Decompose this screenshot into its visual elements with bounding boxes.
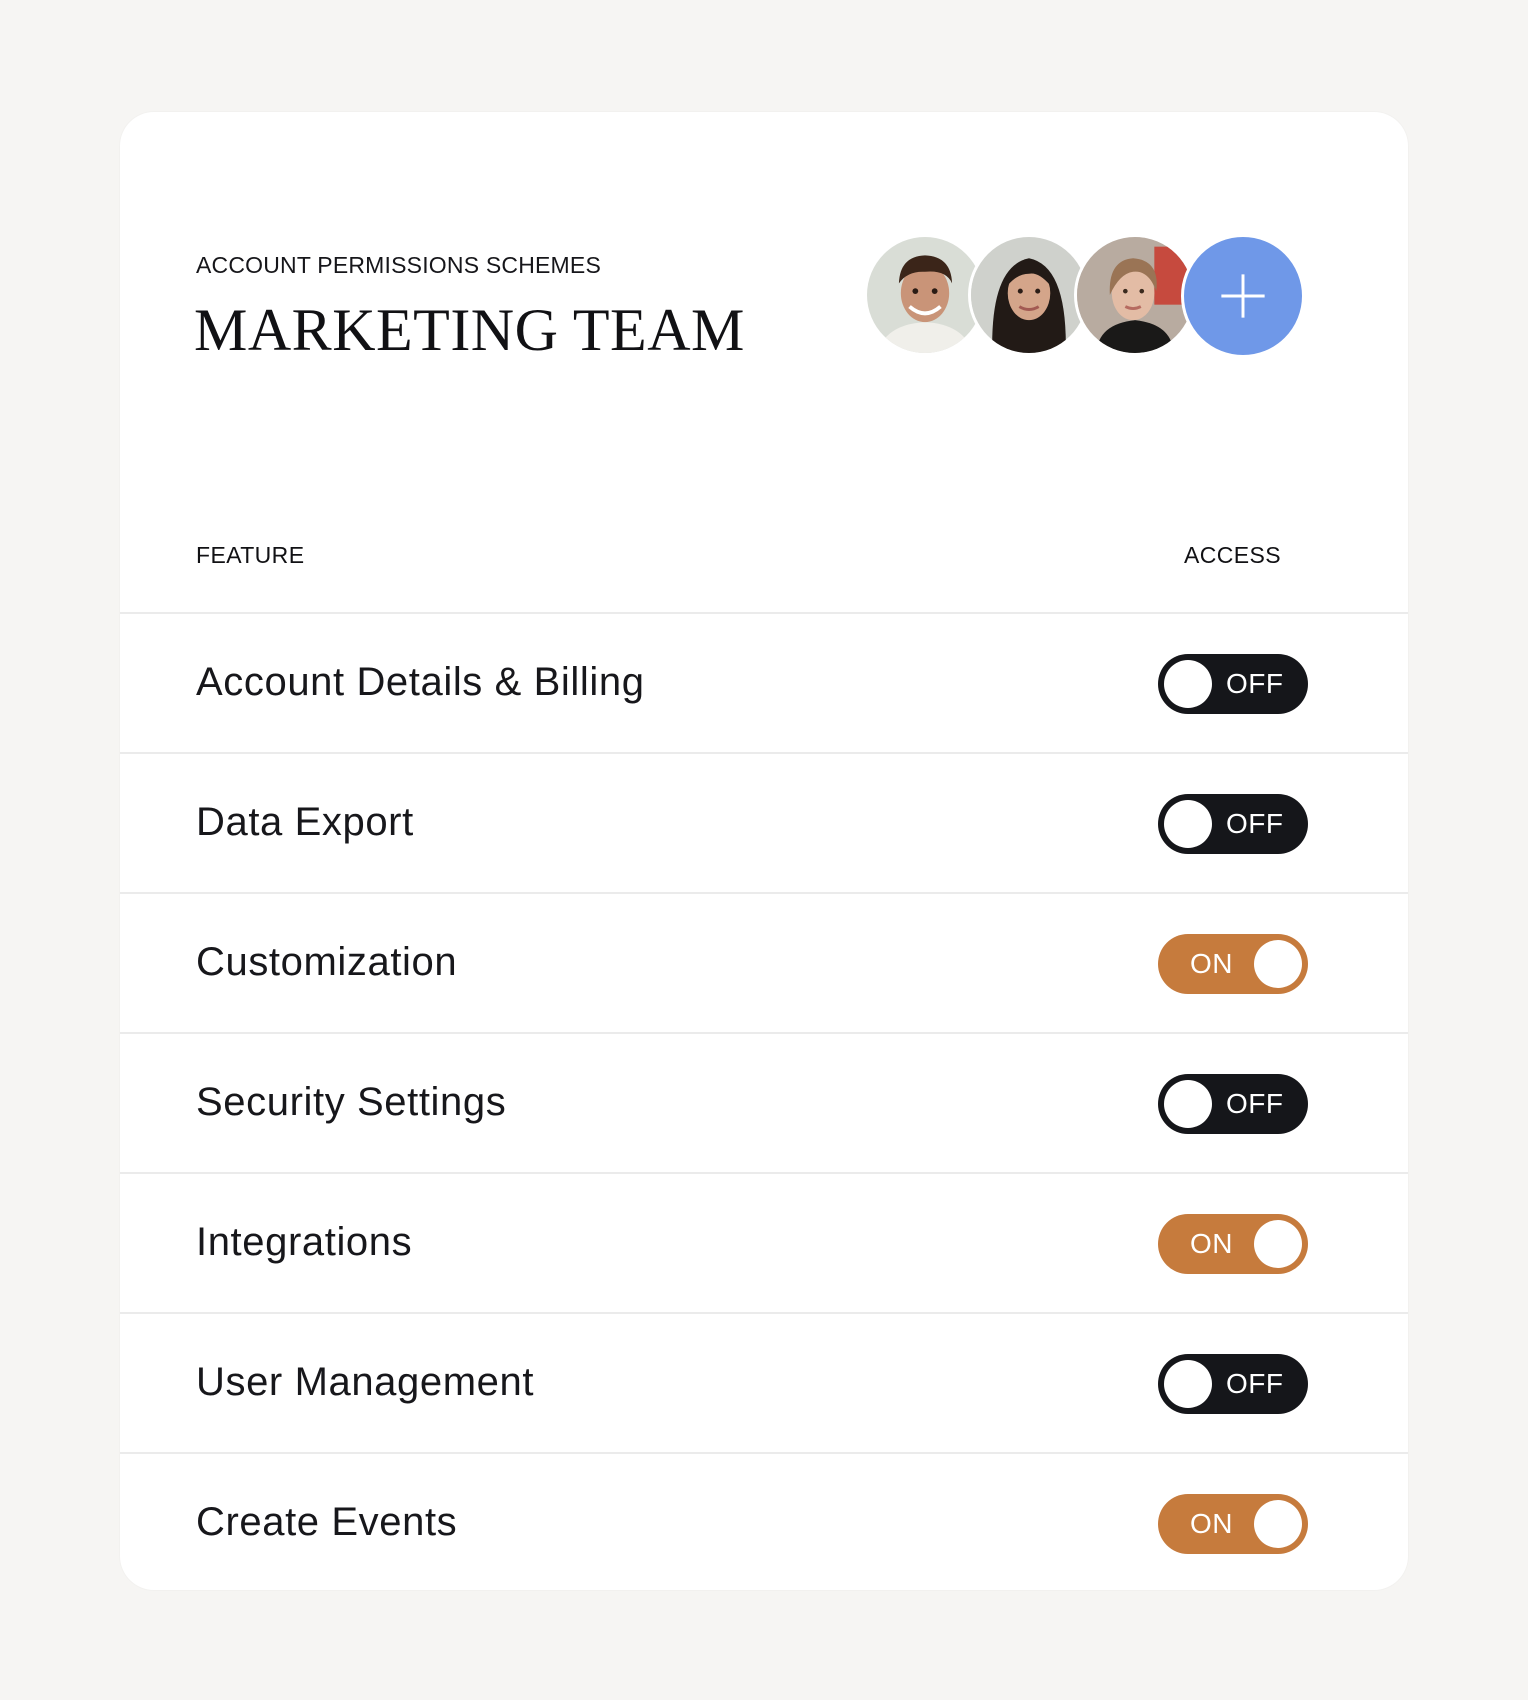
access-toggle[interactable]: OFF — [1158, 654, 1308, 714]
permission-row: Integrations ON — [120, 1172, 1408, 1312]
avatar-man-icon — [867, 237, 983, 353]
feature-column-header: FEATURE — [196, 542, 305, 568]
section-eyebrow: ACCOUNT PERMISSIONS SCHEMES — [196, 252, 601, 278]
feature-label: Data Export — [196, 800, 414, 844]
feature-label: Security Settings — [196, 1080, 507, 1124]
toggle-state-label: OFF — [1226, 808, 1284, 839]
toggle-knob — [1254, 940, 1302, 988]
permission-row: User Management OFF — [120, 1312, 1408, 1452]
access-column-header: ACCESS — [1184, 542, 1281, 568]
access-toggle[interactable]: OFF — [1158, 1074, 1308, 1134]
page-title: MARKETING TEAM — [194, 297, 745, 363]
toggle-state-label: OFF — [1226, 1088, 1284, 1119]
toggle-state-label: OFF — [1226, 668, 1284, 699]
permission-row: Create Events ON — [120, 1452, 1408, 1590]
permission-row: Security Settings OFF — [120, 1032, 1408, 1172]
add-member-button[interactable] — [1181, 234, 1305, 358]
permission-row: Account Details & Billing OFF — [120, 612, 1408, 752]
feature-label: Customization — [196, 940, 458, 984]
avatar-woman-icon — [971, 237, 1087, 353]
access-toggle[interactable]: OFF — [1158, 794, 1308, 854]
permissions-card: ACCOUNT PERMISSIONS SCHEMES MARKETING TE… — [120, 112, 1408, 1590]
permission-row: Data Export OFF — [120, 752, 1408, 892]
toggle-knob — [1254, 1220, 1302, 1268]
toggle-state-label: ON — [1190, 948, 1233, 979]
avatar-woman-light-icon — [1077, 237, 1193, 353]
table-header: FEATURE ACCESS — [120, 542, 1408, 582]
feature-label: Account Details & Billing — [196, 660, 645, 704]
team-avatars — [864, 234, 1314, 358]
toggle-state-label: ON — [1190, 1228, 1233, 1259]
feature-label: User Management — [196, 1360, 535, 1404]
permission-row: Customization ON — [120, 892, 1408, 1032]
toggle-state-label: OFF — [1226, 1368, 1284, 1399]
toggle-knob — [1164, 1360, 1212, 1408]
access-toggle[interactable]: ON — [1158, 934, 1308, 994]
toggle-knob — [1164, 660, 1212, 708]
toggle-state-label: ON — [1190, 1508, 1233, 1539]
avatar-member-2[interactable] — [968, 234, 1090, 356]
access-toggle[interactable]: ON — [1158, 1494, 1308, 1554]
feature-label: Integrations — [196, 1220, 413, 1264]
plus-icon — [1221, 274, 1265, 318]
toggle-knob — [1164, 1080, 1212, 1128]
access-toggle[interactable]: ON — [1158, 1214, 1308, 1274]
feature-label: Create Events — [196, 1500, 458, 1544]
permissions-list: Account Details & Billing OFF Data Expor… — [120, 612, 1408, 1590]
toggle-knob — [1164, 800, 1212, 848]
toggle-knob — [1254, 1500, 1302, 1548]
access-toggle[interactable]: OFF — [1158, 1354, 1308, 1414]
avatar-member-3[interactable] — [1074, 234, 1196, 356]
